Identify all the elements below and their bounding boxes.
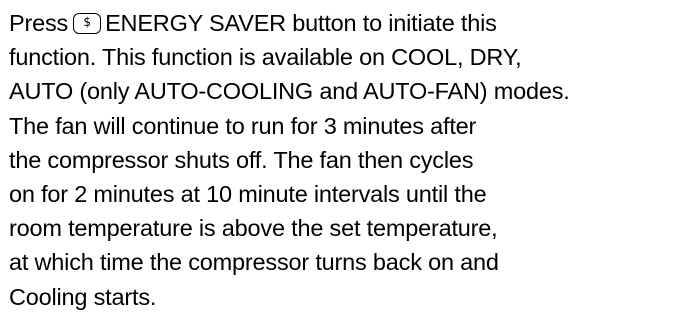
paragraph-line-2: function. This function is available on …	[9, 44, 522, 71]
press-label: Press	[9, 10, 69, 36]
paragraph-line-8: at which time the compressor turns back …	[9, 249, 499, 276]
dollar-sign-glyph: $	[83, 15, 91, 29]
paragraph-line-6: on for 2 minutes at 10 minute intervals …	[9, 181, 487, 208]
instruction-paragraph: Press $ ENERGY SAVER button to initiate th…	[9, 6, 677, 314]
paragraph-line-9: Cooling starts.	[9, 283, 157, 310]
paragraph-line-4: The fan will continue to run for 3 minut…	[9, 112, 477, 139]
energy-saver-instruction-text: ENERGY SAVER button to initiate this	[105, 10, 497, 36]
paragraph-line-7: room temperature is above the set temper…	[9, 215, 498, 242]
energy-saver-button-icon: $	[73, 13, 102, 34]
paragraph-line-5: the compressor shuts off. The fan then c…	[9, 146, 474, 173]
paragraph-line-3: AUTO (only AUTO-COOLING and AUTO-FAN) mo…	[9, 78, 570, 105]
paragraph-line-1: Press $ ENERGY SAVER button to initiate th…	[9, 6, 677, 40]
